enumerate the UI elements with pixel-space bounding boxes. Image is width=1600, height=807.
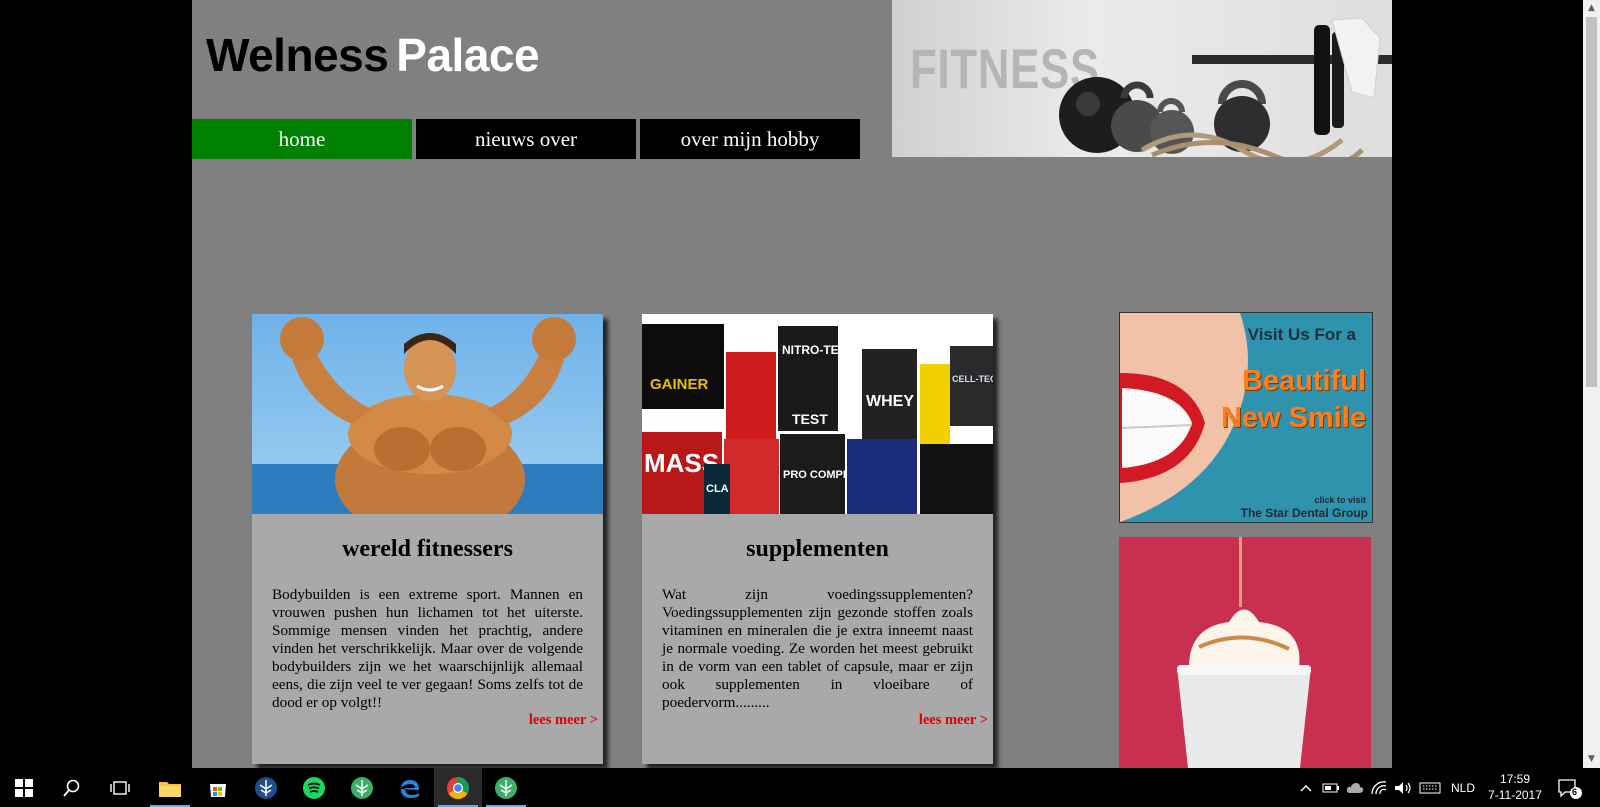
app-green-icon[interactable] [338,768,386,807]
spotify-icon[interactable] [290,768,338,807]
ad-dental-line2: Beautiful New Smile [1220,365,1366,434]
app-green-icon-2[interactable] [482,768,530,807]
card-text: Bodybuilden is een extreme sport. Mannen… [272,586,583,711]
whey-label: WHEY [866,393,914,410]
lees-meer-link[interactable]: lees meer > [529,712,598,729]
ad-dental-line1: Visit Us For a [1247,325,1356,344]
edge-icon[interactable] [386,768,434,807]
fitness-banner: FITNESS [892,0,1392,157]
cla-label: CLA [706,483,729,495]
app-tree-icon[interactable] [242,768,290,807]
cell-label: CELL-TECH [952,374,993,384]
clock-date: 7-11-2017 [1488,788,1542,802]
bodybuilder-image [252,314,603,514]
card-wereld-fitnessers: wereld fitnessers Bodybuilden is een ext… [252,314,603,764]
supplements-image: GAINER NITRO-TECH TEST WHEY CELL-TECH MA… [642,314,993,514]
windows-start-icon[interactable] [0,768,48,807]
nav-over-mijn-hobby[interactable]: over mijn hobby [640,119,860,159]
scroll-thumb[interactable] [1586,17,1597,387]
taskbar: NLD 17:59 7-11-2017 6 [0,768,1600,807]
volume-icon[interactable] [1392,768,1414,807]
milkshake-illustration [1119,537,1371,768]
clock[interactable]: 17:59 7-11-2017 [1478,771,1552,803]
card-supplementen: GAINER NITRO-TECH TEST WHEY CELL-TECH MA… [642,314,993,764]
lees-meer-link[interactable]: lees meer > [919,712,988,729]
nitro-label: NITRO-TECH [782,343,856,357]
ad-dental[interactable]: Visit Us For a Beautiful New Smile click… [1119,312,1373,523]
fitness-equipment-illustration [1059,17,1392,157]
scroll-down-icon[interactable]: ▼ [1583,751,1600,768]
wifi-icon[interactable] [1368,768,1390,807]
card-title: wereld fitnessers [342,536,513,562]
page-content: Welness Palace home nieuws over over mijn… [192,0,1392,768]
page-scrollbar[interactable]: ▲ ▼ [1583,0,1600,768]
chrome-icon[interactable] [434,768,482,807]
site-title-part2: Palace [396,29,540,81]
nav-nieuws-over[interactable]: nieuws over [416,119,636,159]
ad-dental-line3: click to visit [1314,495,1366,505]
ad-milkshake[interactable] [1119,537,1371,768]
store-icon[interactable] [194,768,242,807]
nav-home[interactable]: home [192,119,412,159]
clock-time: 17:59 [1499,772,1531,786]
keyboard-icon[interactable] [1416,768,1444,807]
search-icon[interactable] [48,768,96,807]
gainer-label: GAINER [650,376,709,393]
card-text: Wat zijn voedingssupplementen? Voedingss… [662,586,973,711]
notification-count: 6 [1572,787,1578,797]
file-explorer-icon[interactable] [146,768,194,807]
test-label: TEST [792,411,828,427]
card-title: supplementen [746,536,889,562]
cloud-icon[interactable] [1344,768,1366,807]
scroll-up-icon[interactable]: ▲ [1583,0,1600,17]
language-indicator[interactable]: NLD [1448,768,1478,807]
site-title-part1: Welness [206,29,389,81]
site-title: Welness Palace [206,29,540,81]
chevron-up-icon[interactable] [1296,768,1316,807]
task-view-icon[interactable] [96,768,144,807]
ad-dental-line4: The Star Dental Group [1240,506,1368,520]
battery-icon[interactable] [1320,768,1342,807]
action-center-icon[interactable]: 6 [1552,768,1588,807]
